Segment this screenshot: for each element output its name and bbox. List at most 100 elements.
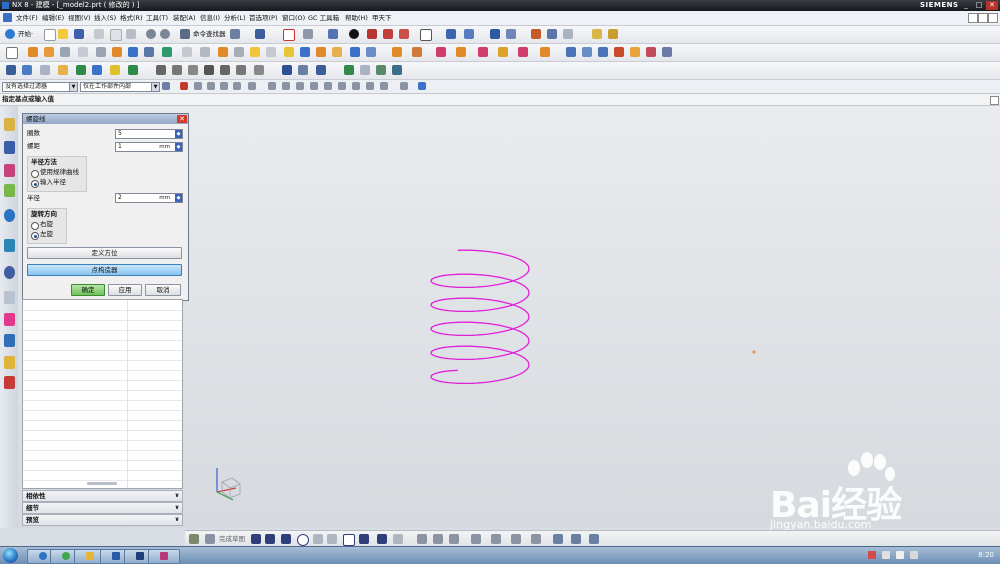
menu-tools[interactable]: 工具(T)	[146, 13, 168, 23]
snap-on-curve-icon[interactable]	[366, 82, 374, 90]
redo-icon[interactable]	[160, 29, 170, 39]
menu-analysis[interactable]: 分析(L)	[224, 13, 246, 23]
revolve-icon[interactable]	[44, 47, 54, 57]
offset-region-icon[interactable]	[614, 47, 624, 57]
menu-view[interactable]: 视图(V)	[68, 13, 91, 23]
start-icon[interactable]	[5, 29, 15, 39]
mirror-feature-icon[interactable]	[478, 47, 488, 57]
dependencies-section[interactable]: 相依性 ∨	[22, 490, 183, 502]
solid-red-icon[interactable]	[367, 29, 377, 39]
paste-icon[interactable]	[126, 29, 136, 39]
sketch-icon[interactable]	[6, 47, 18, 59]
part-navigator-tab-icon[interactable]	[4, 164, 15, 177]
make-corner-icon[interactable]	[449, 534, 459, 544]
menu-edit[interactable]: 编辑(E)	[42, 13, 64, 23]
system-scenes-tab-icon[interactable]	[4, 376, 15, 389]
offset-tool-icon[interactable]	[471, 534, 481, 544]
taskbar-clock[interactable]: 8:20	[978, 550, 994, 560]
command-finder-button[interactable]: 命令查找器	[193, 29, 226, 39]
helix-curve[interactable]	[430, 249, 530, 385]
chevron-down-icon[interactable]: ∨	[173, 491, 181, 501]
layer-settings-icon[interactable]	[490, 29, 500, 39]
show-constraints-icon[interactable]	[571, 534, 581, 544]
section-cube-icon[interactable]	[399, 29, 409, 39]
save-icon[interactable]	[74, 29, 84, 39]
rotation-left-radio[interactable]	[31, 232, 39, 240]
offset-curve-icon[interactable]	[128, 65, 138, 75]
turns-input[interactable]: 5 ◆	[115, 129, 183, 139]
manufacturing-wizard-tab-icon[interactable]	[4, 334, 15, 347]
render-style-icon[interactable]	[328, 29, 338, 39]
divide-curve-icon[interactable]	[254, 65, 264, 75]
nx-app-icon[interactable]	[2, 2, 9, 9]
trim-body-icon[interactable]	[182, 47, 192, 57]
mirror-tool-icon[interactable]	[491, 534, 501, 544]
constraint-navigator-tab-icon[interactable]	[4, 141, 15, 154]
undo-icon[interactable]	[146, 29, 156, 39]
select-feature-icon[interactable]	[207, 82, 215, 90]
list-item[interactable]	[23, 322, 182, 331]
delete-face-icon[interactable]	[582, 47, 592, 57]
new-file-icon[interactable]	[44, 29, 56, 41]
resize-grip[interactable]	[87, 482, 117, 485]
web-browser-tab-icon[interactable]	[4, 209, 15, 222]
fillet-tool-icon[interactable]	[313, 534, 323, 544]
dialog-close-icon[interactable]: ✕	[177, 115, 187, 123]
synchronous-icon[interactable]	[566, 47, 576, 57]
bridge-curve-icon[interactable]	[156, 65, 166, 75]
finish-sketch-icon[interactable]	[205, 534, 215, 544]
tray-antivirus-icon[interactable]	[868, 551, 876, 559]
surface-icon[interactable]	[344, 65, 354, 75]
pitch-input[interactable]: 1 mm ◆	[115, 142, 183, 152]
extrude-icon[interactable]	[28, 47, 38, 57]
preview-section[interactable]: 预览 ∨	[22, 514, 183, 526]
menu-file[interactable]: 文件(F)	[16, 13, 38, 23]
assembly-navigator-icon[interactable]	[418, 82, 426, 90]
arc-tool-icon[interactable]	[281, 534, 291, 544]
wrap-curve-icon[interactable]	[220, 65, 230, 75]
list-item[interactable]	[23, 412, 182, 421]
info-icon[interactable]	[563, 29, 573, 39]
select-all-icon[interactable]	[194, 82, 202, 90]
snap-quadrant-icon[interactable]	[338, 82, 346, 90]
snap-toggle-icon[interactable]	[180, 82, 188, 90]
trim-curve-icon[interactable]	[236, 65, 246, 75]
measure-icon[interactable]	[547, 29, 557, 39]
chamfer-tool-icon[interactable]	[327, 534, 337, 544]
reuse-library-tab-icon[interactable]	[4, 184, 15, 197]
extract-geometry-icon[interactable]	[498, 47, 508, 57]
convert-reference-icon[interactable]	[589, 534, 599, 544]
dialog-title-bar[interactable]: 螺旋线 ✕	[23, 114, 188, 124]
thicken-icon[interactable]	[300, 47, 310, 57]
shaded-sphere-icon[interactable]	[349, 29, 359, 39]
list-item[interactable]	[23, 312, 182, 321]
snap-center-icon[interactable]	[324, 82, 332, 90]
menu-format[interactable]: 格式(R)	[120, 13, 143, 23]
chevron-down-icon[interactable]: ∨	[173, 503, 181, 513]
shell-icon[interactable]	[316, 47, 326, 57]
rotate-view-icon[interactable]	[303, 29, 313, 39]
menu-insert[interactable]: 插入(S)	[94, 13, 116, 23]
intersection-curve-icon[interactable]	[188, 65, 198, 75]
scale-body-icon[interactable]	[250, 47, 260, 57]
polygon-tool-icon[interactable]	[393, 534, 403, 544]
snap-existing-point-icon[interactable]	[352, 82, 360, 90]
chevron-down-icon[interactable]: ▼	[151, 83, 159, 91]
list-item[interactable]	[23, 392, 182, 401]
studio-spline-icon[interactable]	[359, 534, 369, 544]
radius-law-radio[interactable]	[31, 170, 39, 178]
rotation-right-radio[interactable]	[31, 222, 39, 230]
chamfer-icon[interactable]	[350, 47, 360, 57]
selection-filter-icon[interactable]	[162, 82, 170, 90]
ok-button[interactable]: 确定	[71, 284, 105, 296]
arc-icon[interactable]	[40, 65, 50, 75]
sweep-icon[interactable]	[376, 65, 386, 75]
snap-intersection-icon[interactable]	[310, 82, 318, 90]
intersect-icon[interactable]	[436, 47, 446, 57]
list-item[interactable]	[23, 332, 182, 341]
selection-scope-dropdown[interactable]: 仅在工作部件内部 ▼	[80, 82, 160, 92]
law-curve-icon[interactable]	[92, 65, 102, 75]
curve-length-icon[interactable]	[282, 65, 292, 75]
radius-input-radio[interactable]	[31, 180, 39, 188]
chevron-down-icon[interactable]: ∨	[173, 515, 181, 525]
